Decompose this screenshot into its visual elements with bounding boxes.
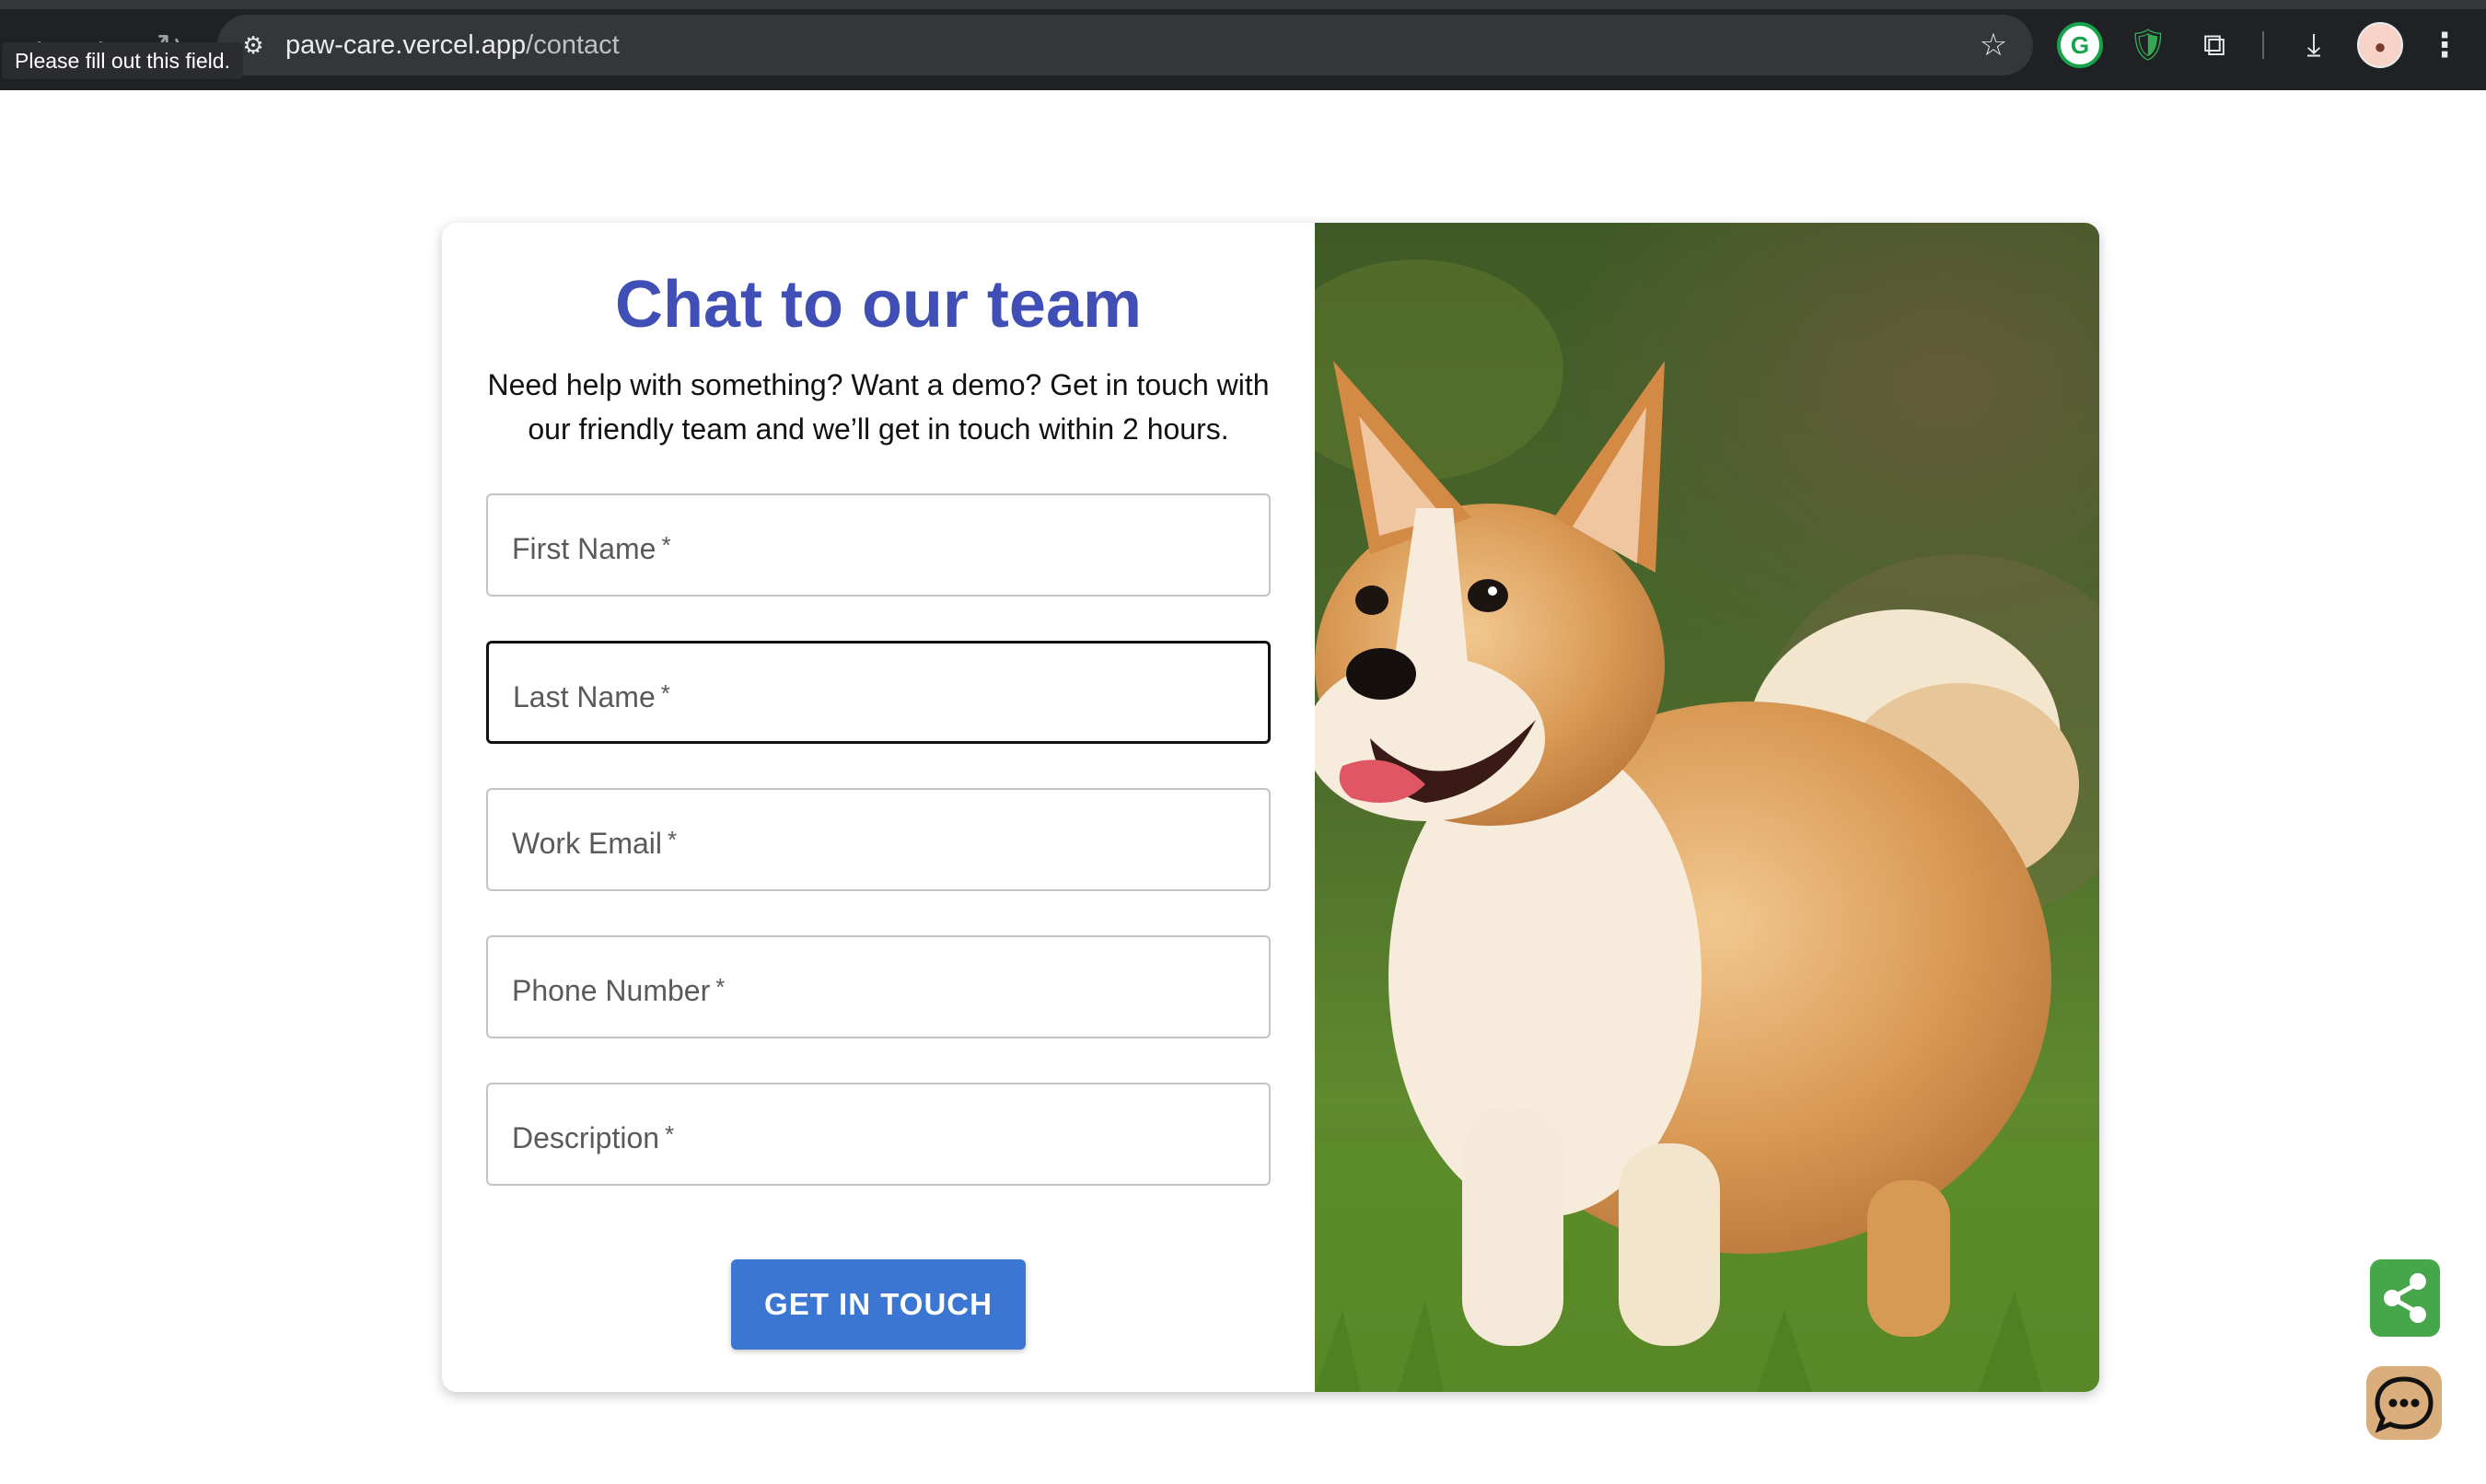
- validation-tooltip: Please fill out this field.: [2, 42, 243, 79]
- download-icon[interactable]: ⤓: [2291, 22, 2337, 68]
- work-email-placeholder: Work Email *: [512, 790, 677, 889]
- url-host: paw-care.vercel.app: [285, 30, 527, 60]
- last-name-placeholder: Last Name *: [513, 643, 670, 743]
- chat-bubble-icon: [2375, 1376, 2434, 1433]
- page-title: Chat to our team: [614, 268, 1143, 342]
- browser-toolbar: ‹ › ↻ ⚙ paw-care.vercel.app/contact ☆ G …: [0, 0, 2486, 90]
- description-placeholder: Description *: [512, 1084, 674, 1184]
- required-mark: *: [665, 1120, 675, 1148]
- first-name-label: First Name: [512, 532, 656, 565]
- share-icon: [2384, 1273, 2426, 1323]
- phone-number-field[interactable]: Phone Number *: [486, 935, 1271, 1038]
- first-name-placeholder: First Name *: [512, 495, 671, 595]
- phone-number-label: Phone Number: [512, 974, 711, 1007]
- first-name-field[interactable]: First Name *: [486, 493, 1271, 597]
- url-path: /contact: [526, 30, 620, 60]
- star-icon[interactable]: ☆: [1976, 28, 2011, 63]
- corgi-illustration: [1315, 223, 2099, 1392]
- required-mark: *: [661, 531, 671, 559]
- get-in-touch-button[interactable]: GET IN TOUCH: [731, 1259, 1026, 1350]
- contact-card: Chat to our team Need help with somethin…: [442, 223, 2099, 1392]
- shield-extension-icon[interactable]: 🛡: [2125, 22, 2171, 68]
- required-mark: *: [660, 679, 670, 707]
- url-text[interactable]: paw-care.vercel.app/contact: [285, 29, 620, 61]
- last-name-field[interactable]: Last Name *: [486, 641, 1271, 744]
- required-mark: *: [667, 826, 678, 853]
- toolbar-divider: [2262, 31, 2264, 59]
- description-label: Description: [512, 1121, 660, 1154]
- contact-form: Chat to our team Need help with somethin…: [442, 223, 1315, 1392]
- more-menu-icon[interactable]: ⋮: [2422, 22, 2468, 68]
- profile-avatar[interactable]: ●: [2357, 22, 2403, 68]
- required-mark: *: [715, 973, 726, 1001]
- phone-number-placeholder: Phone Number *: [512, 937, 725, 1037]
- extensions-puzzle-icon[interactable]: ⧉: [2191, 22, 2237, 68]
- corgi-photo: [1315, 223, 2099, 1392]
- address-bar[interactable]: ⚙ paw-care.vercel.app/contact ☆: [217, 15, 2033, 75]
- last-name-label: Last Name: [513, 680, 656, 713]
- description-field[interactable]: Description *: [486, 1083, 1271, 1186]
- grammarly-icon[interactable]: G: [2057, 22, 2103, 68]
- work-email-label: Work Email: [512, 827, 662, 860]
- page-subtitle: Need help with something? Want a demo? G…: [487, 368, 1270, 446]
- tab-strip: [0, 0, 2486, 9]
- work-email-field[interactable]: Work Email *: [486, 788, 1271, 891]
- share-button[interactable]: [2370, 1259, 2440, 1337]
- chat-button[interactable]: [2366, 1366, 2442, 1440]
